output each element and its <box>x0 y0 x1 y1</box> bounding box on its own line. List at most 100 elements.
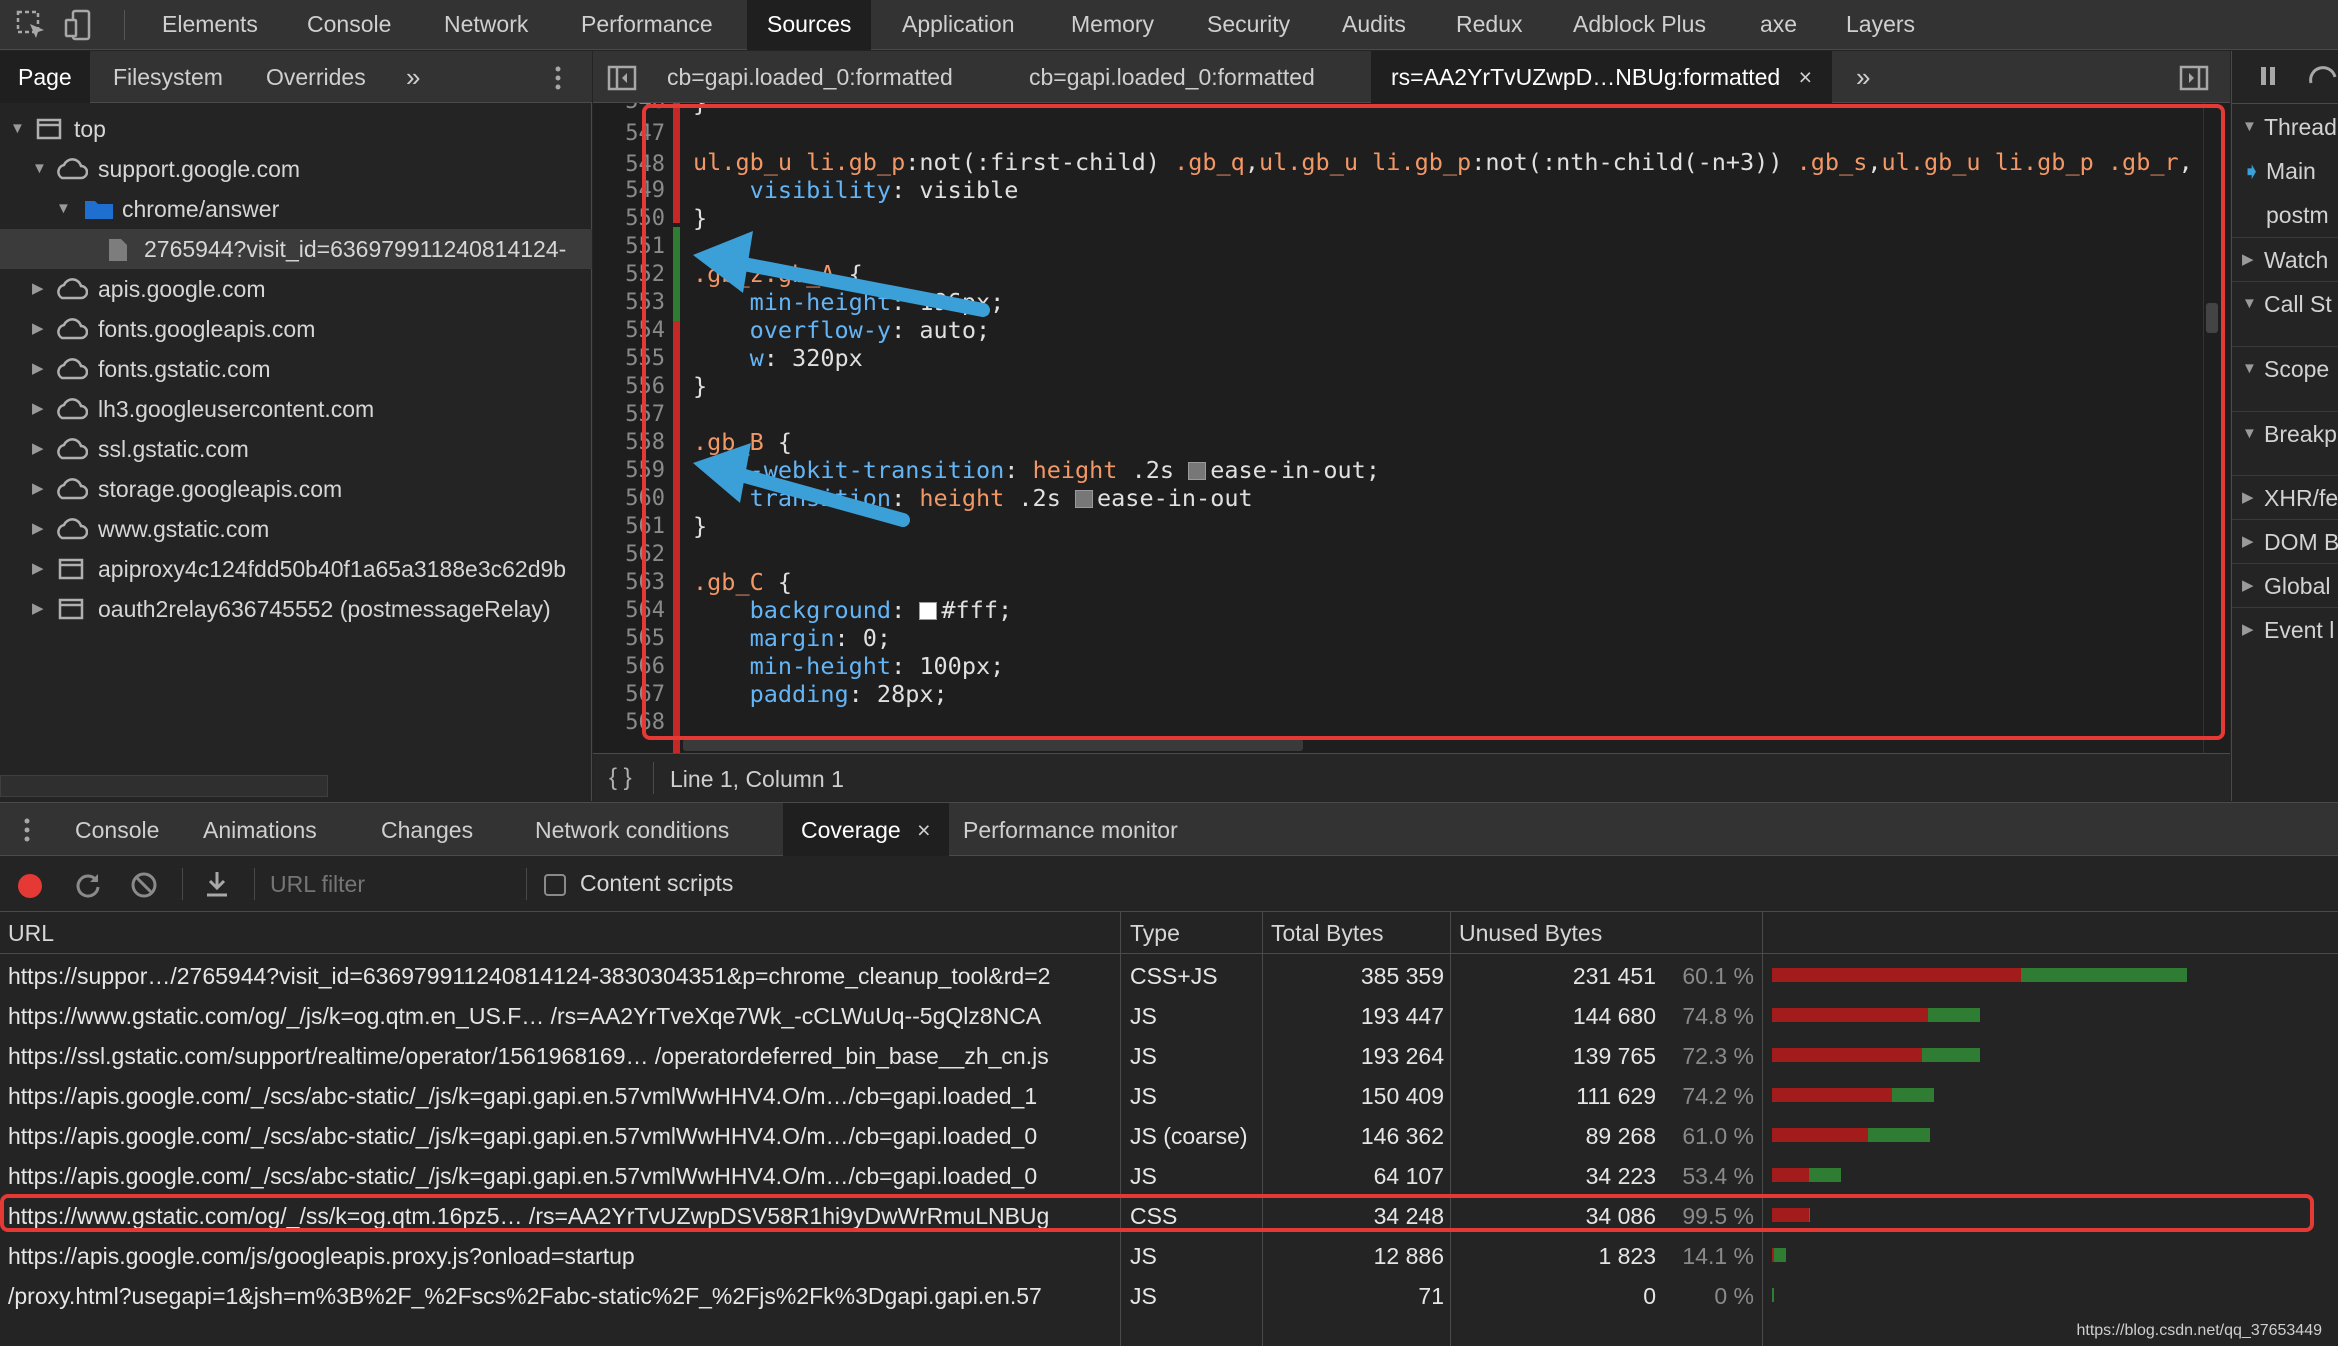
editor-tab[interactable]: cb=gapi.loaded_0:formatted <box>667 51 953 103</box>
column-header-type[interactable]: Type <box>1122 912 1180 954</box>
tree-item-folder[interactable]: ▼ chrome/answer <box>0 189 592 229</box>
expand-triangle-icon[interactable]: ▼ <box>32 149 50 189</box>
close-icon[interactable]: × <box>917 817 930 843</box>
step-over-icon[interactable] <box>2308 65 2338 87</box>
tree-item-domain[interactable]: ▶ www.gstatic.com <box>0 509 592 549</box>
toggle-debugger-icon[interactable] <box>2179 65 2209 91</box>
collapse-triangle-icon[interactable]: ▶ <box>32 469 50 509</box>
expand-triangle-icon[interactable]: ▼ <box>2242 282 2260 326</box>
section-watch[interactable]: ▶ Watch <box>2232 237 2338 281</box>
tab-console[interactable]: Console <box>287 0 411 50</box>
collapse-triangle-icon[interactable]: ▶ <box>2242 564 2260 608</box>
table-row[interactable]: https://apis.google.com/_/scs/abc-static… <box>0 1116 2338 1156</box>
tab-redux[interactable]: Redux <box>1436 0 1542 50</box>
table-row[interactable]: https://apis.google.com/_/scs/abc-static… <box>0 1076 2338 1116</box>
table-row[interactable]: https://apis.google.com/_/scs/abc-static… <box>0 1156 2338 1196</box>
table-row[interactable]: https://suppor…/2765944?visit_id=6369799… <box>0 956 2338 996</box>
collapse-triangle-icon[interactable]: ▶ <box>2242 608 2260 652</box>
tab-sources[interactable]: Sources <box>747 0 872 50</box>
tree-item-domain[interactable]: ▶ apis.google.com <box>0 269 592 309</box>
collapse-triangle-icon[interactable]: ▶ <box>2242 476 2260 520</box>
collapse-triangle-icon[interactable]: ▶ <box>32 549 50 589</box>
drawer-tab-console[interactable]: Console <box>75 803 159 857</box>
collapse-triangle-icon[interactable]: ▶ <box>2242 238 2260 282</box>
tab-audits[interactable]: Audits <box>1322 0 1426 50</box>
expand-triangle-icon[interactable]: ▼ <box>10 109 28 149</box>
tree-item-domain[interactable]: ▶ lh3.googleusercontent.com <box>0 389 592 429</box>
drawer-menu-icon[interactable] <box>22 817 32 843</box>
section-dom-breakpoints[interactable]: ▶ DOM B <box>2232 519 2338 563</box>
record-icon[interactable] <box>16 872 44 900</box>
content-scripts-checkbox[interactable] <box>544 874 566 896</box>
more-options-icon[interactable] <box>548 65 568 91</box>
tree-item-frame[interactable]: ▶ oauth2relay636745552 (postmessageRelay… <box>0 589 592 629</box>
tree-item-domain[interactable]: ▶ ssl.gstatic.com <box>0 429 592 469</box>
tab-performance[interactable]: Performance <box>561 0 733 50</box>
table-row[interactable]: /proxy.html?usegapi=1&jsh=m%3B%2F_%2Fscs… <box>0 1276 2338 1316</box>
collapse-triangle-icon[interactable]: ▶ <box>32 269 50 309</box>
collapse-triangle-icon[interactable]: ▶ <box>32 429 50 469</box>
column-header-unused-bytes[interactable]: Unused Bytes <box>1451 912 1602 954</box>
collapse-triangle-icon[interactable]: ▶ <box>32 309 50 349</box>
tab-adblock-plus[interactable]: Adblock Plus <box>1553 0 1726 50</box>
section-scope[interactable]: ▼ Scope <box>2232 346 2338 390</box>
clear-icon[interactable] <box>130 871 158 899</box>
toggle-navigator-icon[interactable] <box>607 65 637 91</box>
inspect-element-icon[interactable] <box>14 8 48 42</box>
pause-icon[interactable] <box>2258 65 2278 87</box>
more-editor-tabs-chevron[interactable]: » <box>1856 51 1870 103</box>
tree-item-frame[interactable]: ▶ apiproxy4c124fdd50b40f1a65a3188e3c62d9… <box>0 549 592 589</box>
section-xhr-breakpoints[interactable]: ▶ XHR/fe <box>2232 475 2338 519</box>
editor-tab[interactable]: cb=gapi.loaded_0:formatted <box>1029 51 1315 103</box>
expand-triangle-icon[interactable]: ▼ <box>2242 105 2260 149</box>
collapse-triangle-icon[interactable]: ▶ <box>32 349 50 389</box>
tab-axe[interactable]: axe <box>1740 0 1817 50</box>
section-breakpoints[interactable]: ▼ Breakp <box>2232 411 2338 455</box>
more-tabs-chevron[interactable]: » <box>406 51 420 103</box>
tree-item-domain[interactable]: ▼ support.google.com <box>0 149 592 189</box>
device-toolbar-icon[interactable] <box>62 8 96 42</box>
tab-layers[interactable]: Layers <box>1826 0 1935 50</box>
section-global-listeners[interactable]: ▶ Global <box>2232 563 2338 607</box>
tree-item-domain[interactable]: ▶ fonts.googleapis.com <box>0 309 592 349</box>
tree-item-top[interactable]: ▼ top <box>0 109 592 149</box>
drawer-tab-network-conditions[interactable]: Network conditions <box>535 803 729 857</box>
collapse-triangle-icon[interactable]: ▶ <box>32 509 50 549</box>
table-row[interactable]: https://www.gstatic.com/og/_/js/k=og.qtm… <box>0 996 2338 1036</box>
expand-triangle-icon[interactable]: ▼ <box>2242 347 2260 391</box>
expand-triangle-icon[interactable]: ▼ <box>56 189 74 229</box>
section-call-stack[interactable]: ▼ Call St <box>2232 281 2338 325</box>
tab-page[interactable]: Page <box>0 51 90 103</box>
drawer-tab-animations[interactable]: Animations <box>203 803 317 857</box>
close-icon[interactable]: × <box>1799 64 1812 90</box>
collapse-triangle-icon[interactable]: ▶ <box>32 389 50 429</box>
section-threads[interactable]: ▼ Thread <box>2232 105 2338 149</box>
tab-application[interactable]: Application <box>882 0 1035 50</box>
section-event-listener-breakpoints[interactable]: ▶ Event l <box>2232 607 2338 651</box>
horizontal-scrollbar[interactable] <box>0 775 328 797</box>
tree-item-domain[interactable]: ▶ fonts.gstatic.com <box>0 349 592 389</box>
thread-main[interactable]: ➧ Main <box>2232 149 2338 193</box>
tree-item-domain[interactable]: ▶ storage.googleapis.com <box>0 469 592 509</box>
tab-overrides[interactable]: Overrides <box>266 51 366 103</box>
tab-security[interactable]: Security <box>1187 0 1310 50</box>
reload-icon[interactable] <box>74 871 102 899</box>
column-header-total-bytes[interactable]: Total Bytes <box>1263 912 1384 954</box>
tab-filesystem[interactable]: Filesystem <box>113 51 223 103</box>
export-download-icon[interactable] <box>204 870 230 898</box>
tree-item-file[interactable]: 2765944?visit_id=636979911240814124- <box>0 229 592 269</box>
table-row[interactable]: https://apis.google.com/js/googleapis.pr… <box>0 1236 2338 1276</box>
table-row[interactable]: https://ssl.gstatic.com/support/realtime… <box>0 1036 2338 1076</box>
tab-network[interactable]: Network <box>424 0 548 50</box>
tab-elements[interactable]: Elements <box>142 0 278 50</box>
tab-memory[interactable]: Memory <box>1051 0 1174 50</box>
pretty-print-icon[interactable]: { } <box>609 764 632 792</box>
url-filter-input[interactable] <box>270 864 520 904</box>
collapse-triangle-icon[interactable]: ▶ <box>2242 520 2260 564</box>
thread-postmessage[interactable]: postm <box>2232 193 2338 237</box>
drawer-tab-coverage[interactable]: Coverage × <box>783 803 949 857</box>
editor-tab-active[interactable]: rs=AA2YrTvUZwpD…NBUg:formatted × <box>1371 51 1833 103</box>
expand-triangle-icon[interactable]: ▼ <box>2242 412 2260 456</box>
drawer-tab-performance-monitor[interactable]: Performance monitor <box>963 803 1178 857</box>
column-header-url[interactable]: URL <box>0 912 54 954</box>
